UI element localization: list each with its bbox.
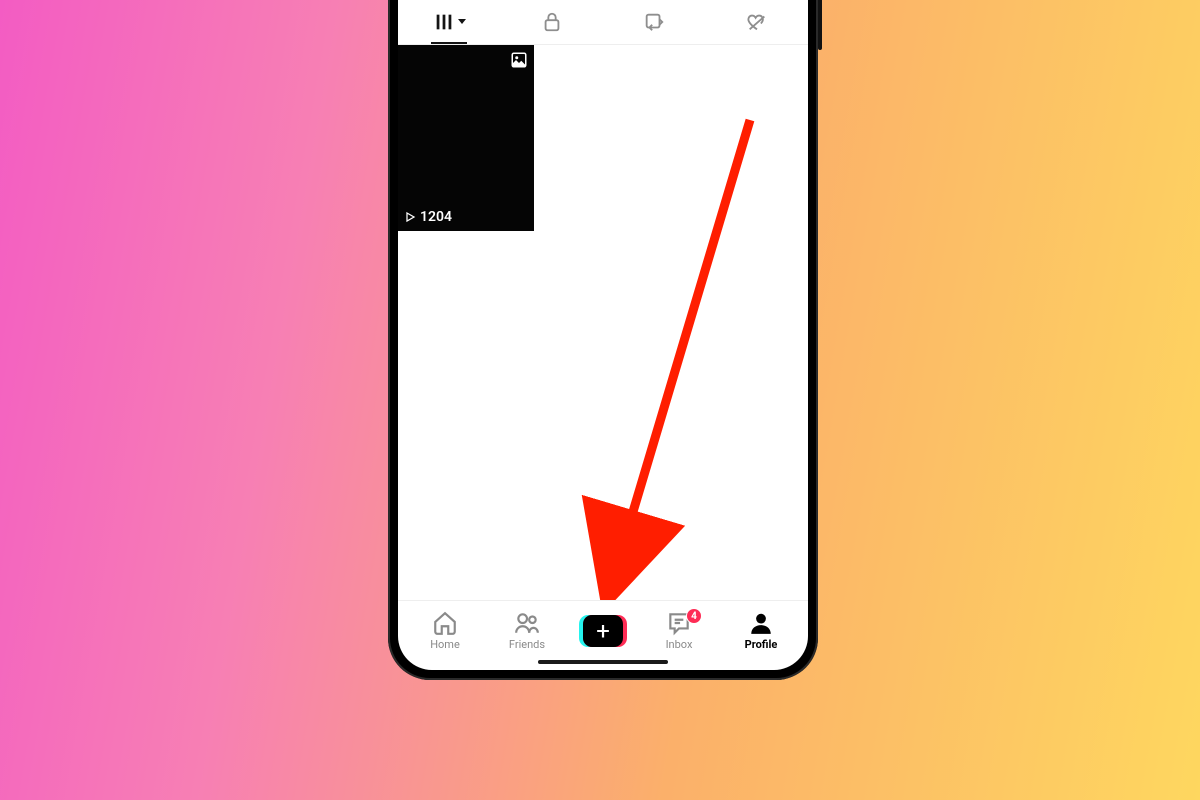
content-tabs xyxy=(398,0,808,45)
nav-create[interactable]: + xyxy=(568,615,638,647)
gesture-bar xyxy=(538,660,668,664)
nav-label: Profile xyxy=(745,638,778,651)
friends-icon xyxy=(514,610,540,636)
nav-label: Home xyxy=(430,638,460,651)
nav-inbox[interactable]: 4 Inbox xyxy=(638,610,720,651)
tab-reposts[interactable] xyxy=(603,0,706,44)
phone-screen: Find your friends Find Follows you Follo… xyxy=(398,0,808,670)
tab-private[interactable] xyxy=(501,0,604,44)
profile-icon xyxy=(748,610,774,636)
video-thumbnail[interactable]: 1204 xyxy=(398,45,534,231)
plus-icon: + xyxy=(596,619,610,643)
create-button[interactable]: + xyxy=(579,615,627,647)
nav-label: Friends xyxy=(509,638,545,651)
heart-hidden-icon xyxy=(746,11,768,33)
home-icon xyxy=(432,610,458,636)
chevron-down-icon xyxy=(458,19,466,24)
repost-icon xyxy=(643,11,665,33)
nav-label: Inbox xyxy=(666,638,693,651)
content-grid: 1204 xyxy=(398,45,808,600)
phone-frame: Find your friends Find Follows you Follo… xyxy=(388,0,818,680)
phone-power-button xyxy=(818,0,822,50)
nav-home[interactable]: Home xyxy=(404,610,486,651)
inbox-badge: 4 xyxy=(686,608,702,624)
play-count: 1204 xyxy=(420,209,452,225)
image-post-icon xyxy=(510,51,528,73)
thumbnail-plays: 1204 xyxy=(404,209,452,225)
tab-feed[interactable] xyxy=(398,0,501,44)
tab-liked[interactable] xyxy=(706,0,809,44)
nav-friends[interactable]: Friends xyxy=(486,610,568,651)
lock-icon xyxy=(541,11,563,33)
feed-grid-icon xyxy=(433,11,455,33)
play-icon xyxy=(404,211,416,223)
nav-profile[interactable]: Profile xyxy=(720,610,802,651)
